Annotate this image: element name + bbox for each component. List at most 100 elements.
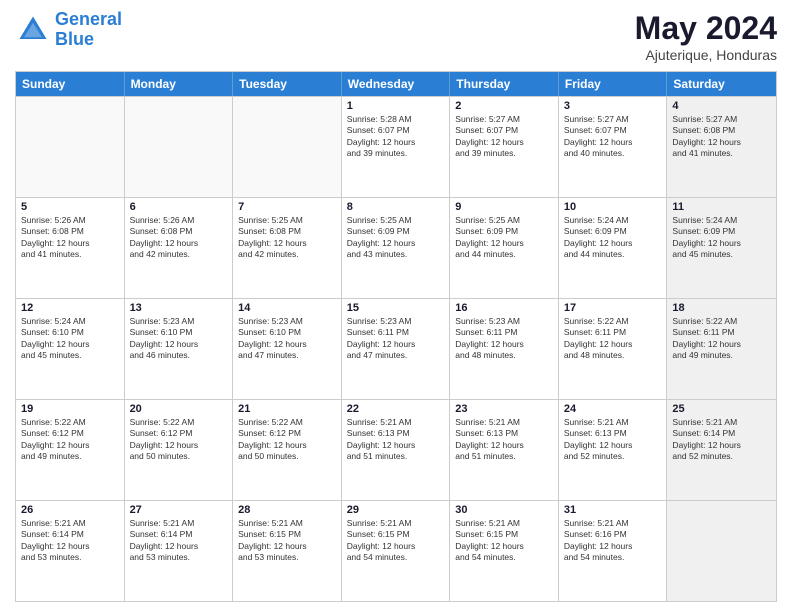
day-number: 5 <box>21 201 119 213</box>
cell-info: Sunrise: 5:22 AM Sunset: 6:11 PM Dayligh… <box>564 316 662 362</box>
calendar-row-4: 26 Sunrise: 5:21 AM Sunset: 6:14 PM Dayli… <box>16 500 776 601</box>
cell-info: Sunrise: 5:21 AM Sunset: 6:14 PM Dayligh… <box>672 417 771 463</box>
day-number: 25 <box>672 403 771 415</box>
cell-info: Sunrise: 5:22 AM Sunset: 6:12 PM Dayligh… <box>21 417 119 463</box>
cell-info: Sunrise: 5:25 AM Sunset: 6:09 PM Dayligh… <box>347 215 445 261</box>
calendar-cell: 5Sunrise: 5:26 AM Sunset: 6:08 PM Daylig… <box>16 198 125 298</box>
calendar-cell: 24 Sunrise: 5:21 AM Sunset: 6:13 PM Dayli… <box>559 400 668 500</box>
calendar-cell: 30 Sunrise: 5:21 AM Sunset: 6:15 PM Dayli… <box>450 501 559 601</box>
calendar-cell: 29 Sunrise: 5:21 AM Sunset: 6:15 PM Dayli… <box>342 501 451 601</box>
calendar-cell: 9 Sunrise: 5:25 AM Sunset: 6:09 PM Daylig… <box>450 198 559 298</box>
calendar-cell: 23Sunrise: 5:21 AM Sunset: 6:13 PM Dayli… <box>450 400 559 500</box>
day-number: 26 <box>21 504 119 516</box>
day-number: 17 <box>564 302 662 314</box>
cell-info: Sunrise: 5:21 AM Sunset: 6:13 PM Dayligh… <box>347 417 445 463</box>
cell-info: Sunrise: 5:21 AM Sunset: 6:15 PM Dayligh… <box>347 518 445 564</box>
calendar-cell: 7 Sunrise: 5:25 AM Sunset: 6:08 PM Daylig… <box>233 198 342 298</box>
calendar-cell: 17 Sunrise: 5:22 AM Sunset: 6:11 PM Dayli… <box>559 299 668 399</box>
calendar-row-1: 5 Sunrise: 5:26 AM Sunset: 6:08 PM Daylig… <box>16 197 776 298</box>
calendar-cell <box>125 97 234 197</box>
calendar-cell: 15 Sunrise: 5:23 AM Sunset: 6:11 PM Dayli… <box>342 299 451 399</box>
day-number: 15 <box>347 302 445 314</box>
day-number: 7 <box>238 201 336 213</box>
cell-info: Sunrise: 5:26 AM Sunset: 6:08 PM Dayligh… <box>130 215 228 261</box>
day-number: 20 <box>130 403 228 415</box>
day-number: 21 <box>238 403 336 415</box>
day-number: 16 <box>455 302 553 314</box>
day-number: 8 <box>347 201 445 213</box>
logo-line1: General <box>55 9 122 29</box>
calendar-cell: 21 Sunrise: 5:22 AM Sunset: 6:12 PM Dayli… <box>233 400 342 500</box>
calendar-cell: 22 Sunrise: 5:21 AM Sunset: 6:13 PM Dayli… <box>342 400 451 500</box>
cell-info: Sunrise: 5:21 AM Sunset: 6:16 PM Dayligh… <box>564 518 662 564</box>
cell-info: Sunrise: 5:21 AM Sunset: 6:13 PM Dayligh… <box>455 417 553 463</box>
subtitle: Ajuterique, Honduras <box>635 47 777 63</box>
title-block: May 2024 Ajuterique, Honduras <box>635 10 777 63</box>
day-header-thursday: Thursday <box>450 72 559 96</box>
calendar-cell <box>16 97 125 197</box>
day-number: 31 <box>564 504 662 516</box>
day-number: 11 <box>672 201 771 213</box>
logo-text: General Blue <box>55 10 122 50</box>
calendar-cell: 6 Sunrise: 5:26 AM Sunset: 6:08 PM Daylig… <box>125 198 234 298</box>
day-header-wednesday: Wednesday <box>342 72 451 96</box>
logo-line2: Blue <box>55 29 94 49</box>
calendar-cell: 12 Sunrise: 5:24 AM Sunset: 6:10 PM Dayli… <box>16 299 125 399</box>
day-number: 30 <box>455 504 553 516</box>
day-number: 24 <box>564 403 662 415</box>
day-number: 22 <box>347 403 445 415</box>
day-number: 6 <box>130 201 228 213</box>
logo-icon <box>15 12 51 48</box>
cell-info: Sunrise: 5:23 AM Sunset: 6:11 PM Dayligh… <box>347 316 445 362</box>
calendar-cell: 18Sunrise: 5:22 AM Sunset: 6:11 PM Dayli… <box>667 299 776 399</box>
day-number: 9 <box>455 201 553 213</box>
cell-info: Sunrise: 5:21 AM Sunset: 6:14 PM Dayligh… <box>130 518 228 564</box>
day-number: 19 <box>21 403 119 415</box>
day-number: 2 <box>455 100 553 112</box>
calendar-grid: 1Sunrise: 5:28 AM Sunset: 6:07 PM Daylig… <box>16 96 776 601</box>
day-number: 3 <box>564 100 662 112</box>
day-header-friday: Friday <box>559 72 668 96</box>
calendar-cell: 13Sunrise: 5:23 AM Sunset: 6:10 PM Dayli… <box>125 299 234 399</box>
day-number: 27 <box>130 504 228 516</box>
calendar-cell: 20Sunrise: 5:22 AM Sunset: 6:12 PM Dayli… <box>125 400 234 500</box>
logo: General Blue <box>15 10 122 50</box>
cell-info: Sunrise: 5:27 AM Sunset: 6:07 PM Dayligh… <box>455 114 553 160</box>
calendar: SundayMondayTuesdayWednesdayThursdayFrid… <box>15 71 777 602</box>
day-number: 13 <box>130 302 228 314</box>
cell-info: Sunrise: 5:21 AM Sunset: 6:13 PM Dayligh… <box>564 417 662 463</box>
calendar-cell: 8 Sunrise: 5:25 AM Sunset: 6:09 PM Daylig… <box>342 198 451 298</box>
calendar-cell: 28Sunrise: 5:21 AM Sunset: 6:15 PM Dayli… <box>233 501 342 601</box>
day-number: 10 <box>564 201 662 213</box>
cell-info: Sunrise: 5:21 AM Sunset: 6:15 PM Dayligh… <box>455 518 553 564</box>
calendar-row-0: 1Sunrise: 5:28 AM Sunset: 6:07 PM Daylig… <box>16 96 776 197</box>
calendar-cell: 4Sunrise: 5:27 AM Sunset: 6:08 PM Daylig… <box>667 97 776 197</box>
calendar-cell: 10 Sunrise: 5:24 AM Sunset: 6:09 PM Dayli… <box>559 198 668 298</box>
cell-info: Sunrise: 5:23 AM Sunset: 6:11 PM Dayligh… <box>455 316 553 362</box>
cell-info: Sunrise: 5:22 AM Sunset: 6:12 PM Dayligh… <box>238 417 336 463</box>
calendar-cell: 26Sunrise: 5:21 AM Sunset: 6:14 PM Dayli… <box>16 501 125 601</box>
day-header-monday: Monday <box>125 72 234 96</box>
calendar-cell: 3 Sunrise: 5:27 AM Sunset: 6:07 PM Daylig… <box>559 97 668 197</box>
day-header-saturday: Saturday <box>667 72 776 96</box>
calendar-cell: 14 Sunrise: 5:23 AM Sunset: 6:10 PM Dayli… <box>233 299 342 399</box>
day-header-tuesday: Tuesday <box>233 72 342 96</box>
calendar-cell: 2 Sunrise: 5:27 AM Sunset: 6:07 PM Daylig… <box>450 97 559 197</box>
day-number: 1 <box>347 100 445 112</box>
cell-info: Sunrise: 5:25 AM Sunset: 6:08 PM Dayligh… <box>238 215 336 261</box>
day-header-sunday: Sunday <box>16 72 125 96</box>
day-number: 29 <box>347 504 445 516</box>
day-number: 18 <box>672 302 771 314</box>
calendar-cell <box>233 97 342 197</box>
cell-info: Sunrise: 5:27 AM Sunset: 6:07 PM Dayligh… <box>564 114 662 160</box>
day-headers: SundayMondayTuesdayWednesdayThursdayFrid… <box>16 72 776 96</box>
cell-info: Sunrise: 5:21 AM Sunset: 6:15 PM Dayligh… <box>238 518 336 564</box>
calendar-cell: 11Sunrise: 5:24 AM Sunset: 6:09 PM Dayli… <box>667 198 776 298</box>
day-number: 12 <box>21 302 119 314</box>
cell-info: Sunrise: 5:24 AM Sunset: 6:09 PM Dayligh… <box>564 215 662 261</box>
cell-info: Sunrise: 5:23 AM Sunset: 6:10 PM Dayligh… <box>238 316 336 362</box>
day-number: 14 <box>238 302 336 314</box>
cell-info: Sunrise: 5:25 AM Sunset: 6:09 PM Dayligh… <box>455 215 553 261</box>
cell-info: Sunrise: 5:24 AM Sunset: 6:10 PM Dayligh… <box>21 316 119 362</box>
calendar-cell: 25 Sunrise: 5:21 AM Sunset: 6:14 PM Dayli… <box>667 400 776 500</box>
